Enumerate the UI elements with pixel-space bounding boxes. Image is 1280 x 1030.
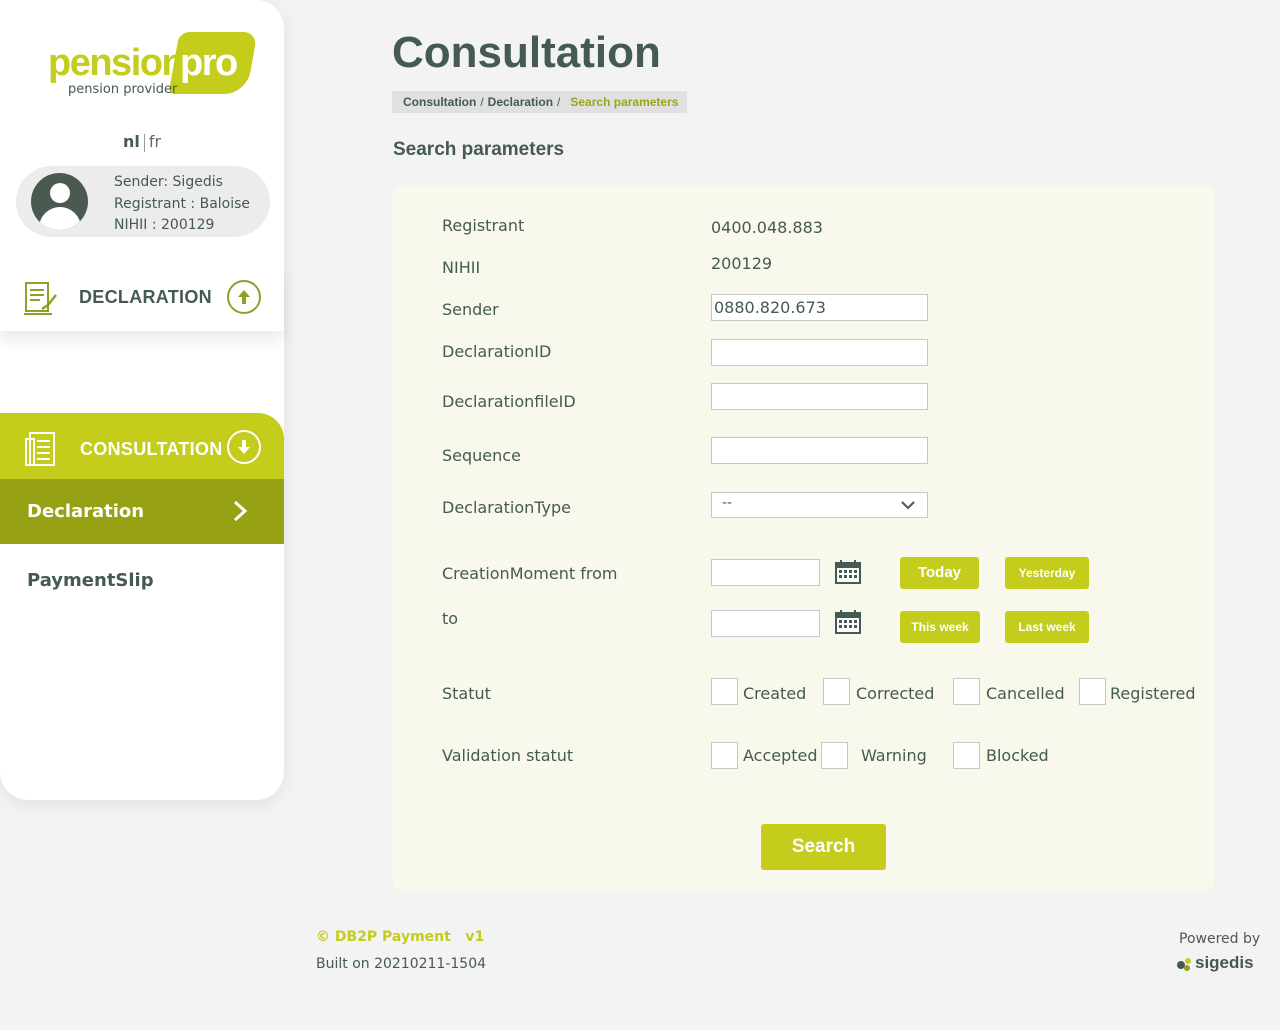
validation-blocked-label: Blocked: [986, 746, 1049, 765]
expand-declaration-button[interactable]: [227, 280, 261, 314]
language-switcher: nl fr: [0, 132, 284, 152]
sidebar-item-paymentslip[interactable]: PaymentSlip: [27, 570, 154, 591]
sidebar-section-declaration[interactable]: DECLARATION: [0, 265, 284, 331]
document-sign-icon: [24, 282, 57, 315]
declarationid-input[interactable]: [711, 339, 928, 366]
validation-warning-checkbox[interactable]: [821, 742, 848, 769]
statut-corrected-label: Corrected: [856, 684, 935, 703]
arrow-down-icon: [238, 440, 250, 454]
calendar-icon[interactable]: [835, 610, 861, 634]
breadcrumb-consultation[interactable]: Consultation: [403, 95, 476, 109]
footer-build: Built on 20210211-1504: [316, 956, 487, 972]
chevron-right-icon: [233, 500, 248, 522]
statut-cancelled-checkbox[interactable]: [953, 678, 980, 705]
collapse-consultation-button[interactable]: [227, 430, 261, 464]
last-week-button[interactable]: Last week: [1005, 611, 1089, 643]
declarationtype-label: DeclarationType: [442, 498, 571, 517]
sigedis-wordmark: sigedis: [1195, 953, 1254, 972]
declarationfileid-input[interactable]: [711, 383, 928, 410]
statut-created-checkbox[interactable]: [711, 678, 738, 705]
sigedis-logo[interactable]: sigedis: [1176, 953, 1266, 975]
sender-label: Sender: [442, 300, 499, 319]
user-nihii: NIHII : 200129: [114, 217, 215, 233]
statut-created-label: Created: [743, 684, 807, 703]
page-title: Consultation: [392, 28, 661, 77]
powered-by-label: Powered by: [1179, 931, 1261, 947]
creation-to-input[interactable]: [711, 610, 820, 637]
creation-from-label: CreationMoment from: [442, 564, 618, 583]
sender-input[interactable]: [711, 294, 928, 321]
avatar: [31, 173, 88, 230]
nihii-value: 200129: [711, 254, 773, 273]
registrant-value: 0400.048.883: [711, 218, 823, 237]
sidebar-section-consultation[interactable]: CONSULTATION: [0, 413, 284, 479]
validation-warning-label: Warning: [861, 746, 927, 765]
sidebar-declaration-label: DECLARATION: [79, 287, 212, 307]
declarationtype-selected: --: [722, 495, 733, 511]
declarationtype-select[interactable]: --: [711, 492, 928, 518]
sidebar-item-declaration[interactable]: Declaration: [0, 479, 284, 544]
validation-blocked-checkbox[interactable]: [953, 742, 980, 769]
sequence-input[interactable]: [711, 437, 928, 464]
logo-pro: pro: [180, 42, 238, 84]
breadcrumb: Consultation / Declaration / Search paramete…: [392, 91, 688, 113]
today-button[interactable]: Today: [900, 557, 979, 589]
search-form-panel: [393, 186, 1214, 891]
statut-registered-label: Registered: [1110, 684, 1196, 703]
logo-subtitle: pension provider: [68, 82, 178, 97]
validation-accepted-label: Accepted: [743, 746, 818, 765]
arrow-up-icon: [238, 290, 250, 304]
calendar-icon[interactable]: [835, 560, 861, 584]
document-list-icon: [25, 432, 55, 466]
breadcrumb-current: Search parameters: [570, 95, 679, 109]
user-sender: Sender: Sigedis: [114, 174, 223, 190]
validation-accepted-checkbox[interactable]: [711, 742, 738, 769]
lang-fr-link[interactable]: fr: [149, 132, 161, 151]
search-button[interactable]: Search: [761, 824, 886, 870]
nihii-label: NIHII: [442, 258, 481, 277]
sigedis-mark-icon: [1177, 958, 1191, 971]
user-registrant: Registrant : Baloise: [114, 195, 251, 212]
lang-divider: [143, 133, 145, 152]
statut-registered-checkbox[interactable]: [1079, 678, 1106, 705]
sidebar-item-label: Declaration: [27, 501, 145, 522]
footer-app-version: © DB2P Payment v1: [316, 929, 485, 945]
pensionpro-logo[interactable]: pension pro pension provider: [48, 30, 258, 100]
sidebar: pension pro pension provider nl fr Sender…: [0, 0, 284, 800]
validation-statut-label: Validation statut: [442, 746, 574, 765]
registrant-label: Registrant: [442, 216, 525, 235]
user-card: Sender: Sigedis Registrant : Baloise NIH…: [16, 166, 270, 237]
section-title: Search parameters: [393, 139, 565, 160]
statut-corrected-checkbox[interactable]: [823, 678, 850, 705]
yesterday-button[interactable]: Yesterday: [1005, 557, 1089, 589]
creation-to-label: to: [442, 609, 459, 628]
creation-from-input[interactable]: [711, 559, 820, 586]
statut-cancelled-label: Cancelled: [986, 684, 1065, 703]
lang-nl-link[interactable]: nl: [123, 132, 140, 151]
sequence-label: Sequence: [442, 446, 521, 465]
statut-label: Statut: [442, 684, 491, 703]
logo-word: pension: [48, 42, 185, 84]
declarationid-label: DeclarationID: [442, 342, 552, 361]
sidebar-consultation-label: CONSULTATION: [80, 439, 223, 459]
chevron-down-icon: [901, 501, 915, 510]
breadcrumb-declaration[interactable]: Declaration: [488, 95, 553, 109]
declarationfileid-label: DeclarationfileID: [442, 392, 576, 411]
this-week-button[interactable]: This week: [900, 611, 980, 643]
